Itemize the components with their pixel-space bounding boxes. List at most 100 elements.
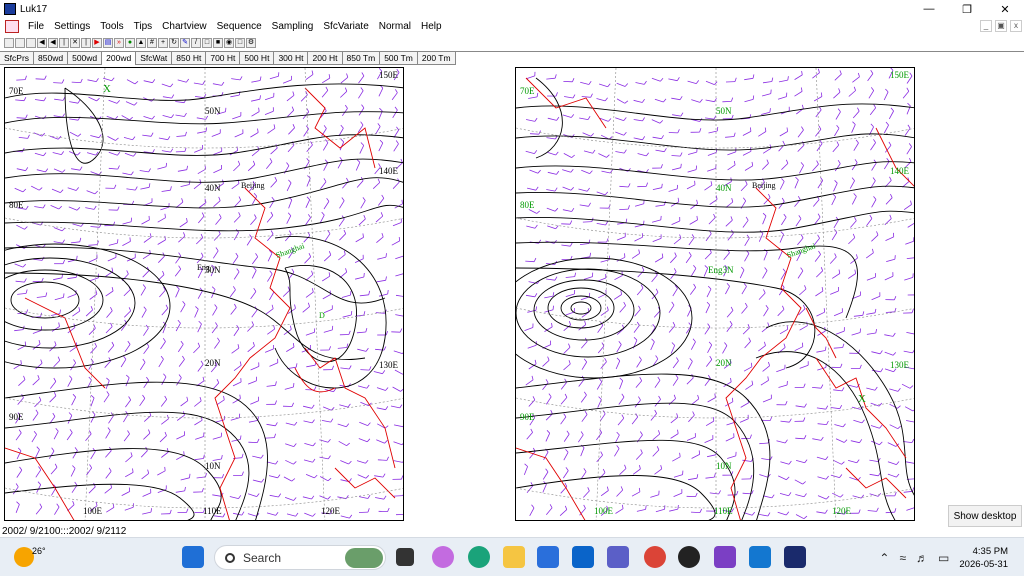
tab-500wd[interactable]: 500wd	[68, 52, 102, 65]
step-icon[interactable]: ▤	[103, 38, 113, 48]
first-frame-icon[interactable]: ◀	[37, 38, 47, 48]
start-icon[interactable]	[182, 546, 204, 568]
document-icon[interactable]	[5, 20, 19, 33]
play-icon[interactable]: ▶	[92, 38, 102, 48]
settings-icon[interactable]: ⚙	[246, 38, 256, 48]
fast-forward-icon[interactable]: »	[114, 38, 124, 48]
lon-label-70e: 70E	[520, 86, 535, 96]
back-step-icon[interactable]: |	[59, 38, 69, 48]
menu-sampling[interactable]: Sampling	[267, 21, 319, 32]
open-icon[interactable]	[15, 38, 25, 48]
tab-200ht[interactable]: 200 Ht	[308, 52, 342, 65]
window-title: Luk17	[20, 4, 47, 15]
volume-icon[interactable]: ♬	[916, 551, 928, 565]
maximize-button[interactable]: ❐	[948, 0, 986, 18]
globe-icon[interactable]: ●	[125, 38, 135, 48]
upload-icon[interactable]: ▲	[136, 38, 146, 48]
prev-frame-icon[interactable]: ◀	[48, 38, 58, 48]
wifi-icon[interactable]: ≈	[899, 551, 906, 565]
search-highlight-icon	[345, 548, 383, 568]
lon-label-150e: 150E	[379, 70, 399, 80]
remote-desktop-icon[interactable]	[749, 546, 771, 568]
tab-200wd[interactable]: 200wd	[102, 52, 136, 65]
tab-850tm[interactable]: 850 Tm	[343, 52, 381, 65]
menu-file[interactable]: File	[23, 21, 49, 32]
system-tray: ⌃ ≈ ♬ ▭ 4:35 PM 2026-05-31	[879, 538, 1016, 577]
save-icon[interactable]	[26, 38, 36, 48]
lon-label-90e: 90E	[520, 412, 535, 422]
line-icon[interactable]: /	[191, 38, 201, 48]
teams-icon[interactable]	[607, 546, 629, 568]
refresh-icon[interactable]: ↻	[169, 38, 179, 48]
wind-barbs	[13, 68, 404, 518]
weather-widget[interactable]: 26°	[14, 547, 46, 567]
place-shanghai: Shanghai	[275, 241, 307, 260]
tab-850wd[interactable]: 850wd	[34, 52, 68, 65]
clock-time: 4:35 PM	[959, 545, 1008, 558]
battery-icon[interactable]: ▭	[938, 551, 949, 565]
task-view-icon[interactable]	[396, 548, 414, 566]
x-marker: X	[858, 393, 866, 405]
file-explorer-icon[interactable]	[503, 546, 525, 568]
lat-label-10n: 10N	[716, 461, 732, 471]
clock-date: 2026-05-31	[959, 558, 1008, 571]
tab-sfcwat[interactable]: SfcWat	[136, 52, 172, 65]
search-placeholder: Search	[243, 551, 281, 565]
menu-sequence[interactable]: Sequence	[212, 21, 267, 32]
tab-500ht[interactable]: 500 Ht	[240, 52, 274, 65]
zoom-icon[interactable]: +	[158, 38, 168, 48]
color-icon[interactable]: ✎	[180, 38, 190, 48]
lat-label-50n: 50N	[205, 106, 221, 116]
tab-200tm[interactable]: 200 Tm	[418, 52, 456, 65]
camera-icon[interactable]: ◉	[224, 38, 234, 48]
chart-right[interactable]: 50N 40N Eng3N 20N 10N 70E 80E 90E 100E 1…	[515, 67, 915, 521]
menu-tips[interactable]: Tips	[129, 21, 158, 32]
chart-icon[interactable]: □	[202, 38, 212, 48]
lon-label-130e: 130E	[379, 360, 399, 370]
lon-label-130e: 130E	[890, 360, 910, 370]
clock[interactable]: 4:35 PM 2026-05-31	[959, 545, 1008, 571]
lon-label-100e: 100E	[83, 506, 103, 516]
minimize-button[interactable]: —	[910, 0, 948, 18]
close-button[interactable]: ✕	[986, 0, 1024, 18]
edge-icon[interactable]	[468, 546, 490, 568]
new-icon[interactable]	[4, 38, 14, 48]
menu-chartview[interactable]: Chartview	[157, 21, 211, 32]
menu-normal[interactable]: Normal	[374, 21, 416, 32]
stop-icon[interactable]: ✕	[70, 38, 80, 48]
lon-label-80e: 80E	[520, 200, 535, 210]
menu-tools[interactable]: Tools	[95, 21, 128, 32]
lat-label-40n: 40N	[205, 183, 221, 193]
store-icon[interactable]	[537, 546, 559, 568]
mdi-close-button[interactable]: x	[1010, 20, 1022, 32]
lon-label-140e: 140E	[379, 166, 399, 176]
mdi-restore-button[interactable]: ▣	[995, 20, 1007, 32]
luk17-app-icon[interactable]	[784, 546, 806, 568]
chart-left[interactable]: 50N 40N 30N 20N 10N 70E 80E 90E 100E 110…	[4, 67, 404, 521]
tab-300ht[interactable]: 300 Ht	[274, 52, 308, 65]
pause-icon[interactable]: |	[81, 38, 91, 48]
tab-700ht[interactable]: 700 Ht	[206, 52, 240, 65]
menu-settings[interactable]: Settings	[49, 21, 95, 32]
tab-500tm[interactable]: 500 Tm	[380, 52, 418, 65]
chrome-icon[interactable]	[644, 546, 666, 568]
print-icon[interactable]: □	[235, 38, 245, 48]
menu-help[interactable]: Help	[416, 21, 447, 32]
tab-sfcprs[interactable]: SfcPrs	[0, 52, 34, 65]
copilot-icon[interactable]	[432, 546, 454, 568]
chevron-up-icon[interactable]: ⌃	[879, 551, 889, 565]
lon-label-140e: 140E	[890, 166, 910, 176]
grid-icon[interactable]: #	[147, 38, 157, 48]
visual-studio-icon[interactable]	[714, 546, 736, 568]
window-icon[interactable]: ■	[213, 38, 223, 48]
mdi-minimize-button[interactable]: _	[980, 20, 992, 32]
outlook-icon[interactable]	[572, 546, 594, 568]
tab-850ht[interactable]: 850 Ht	[172, 52, 206, 65]
toolbar: ◀ ◀ | ✕ | ▶ ▤ » ● ▲ # + ↻ ✎ / □ ■ ◉ □ ⚙	[0, 35, 1024, 50]
media-player-icon[interactable]	[678, 546, 700, 568]
menu-bar: File Settings Tools Tips Chartview Seque…	[0, 18, 1024, 35]
search-input[interactable]: Search	[214, 545, 386, 570]
menu-sfcvariate[interactable]: SfcVariate	[318, 21, 373, 32]
chart-left-canvas: 50N 40N 30N 20N 10N 70E 80E 90E 100E 110…	[5, 68, 404, 521]
place-eng: Eng	[197, 263, 210, 272]
